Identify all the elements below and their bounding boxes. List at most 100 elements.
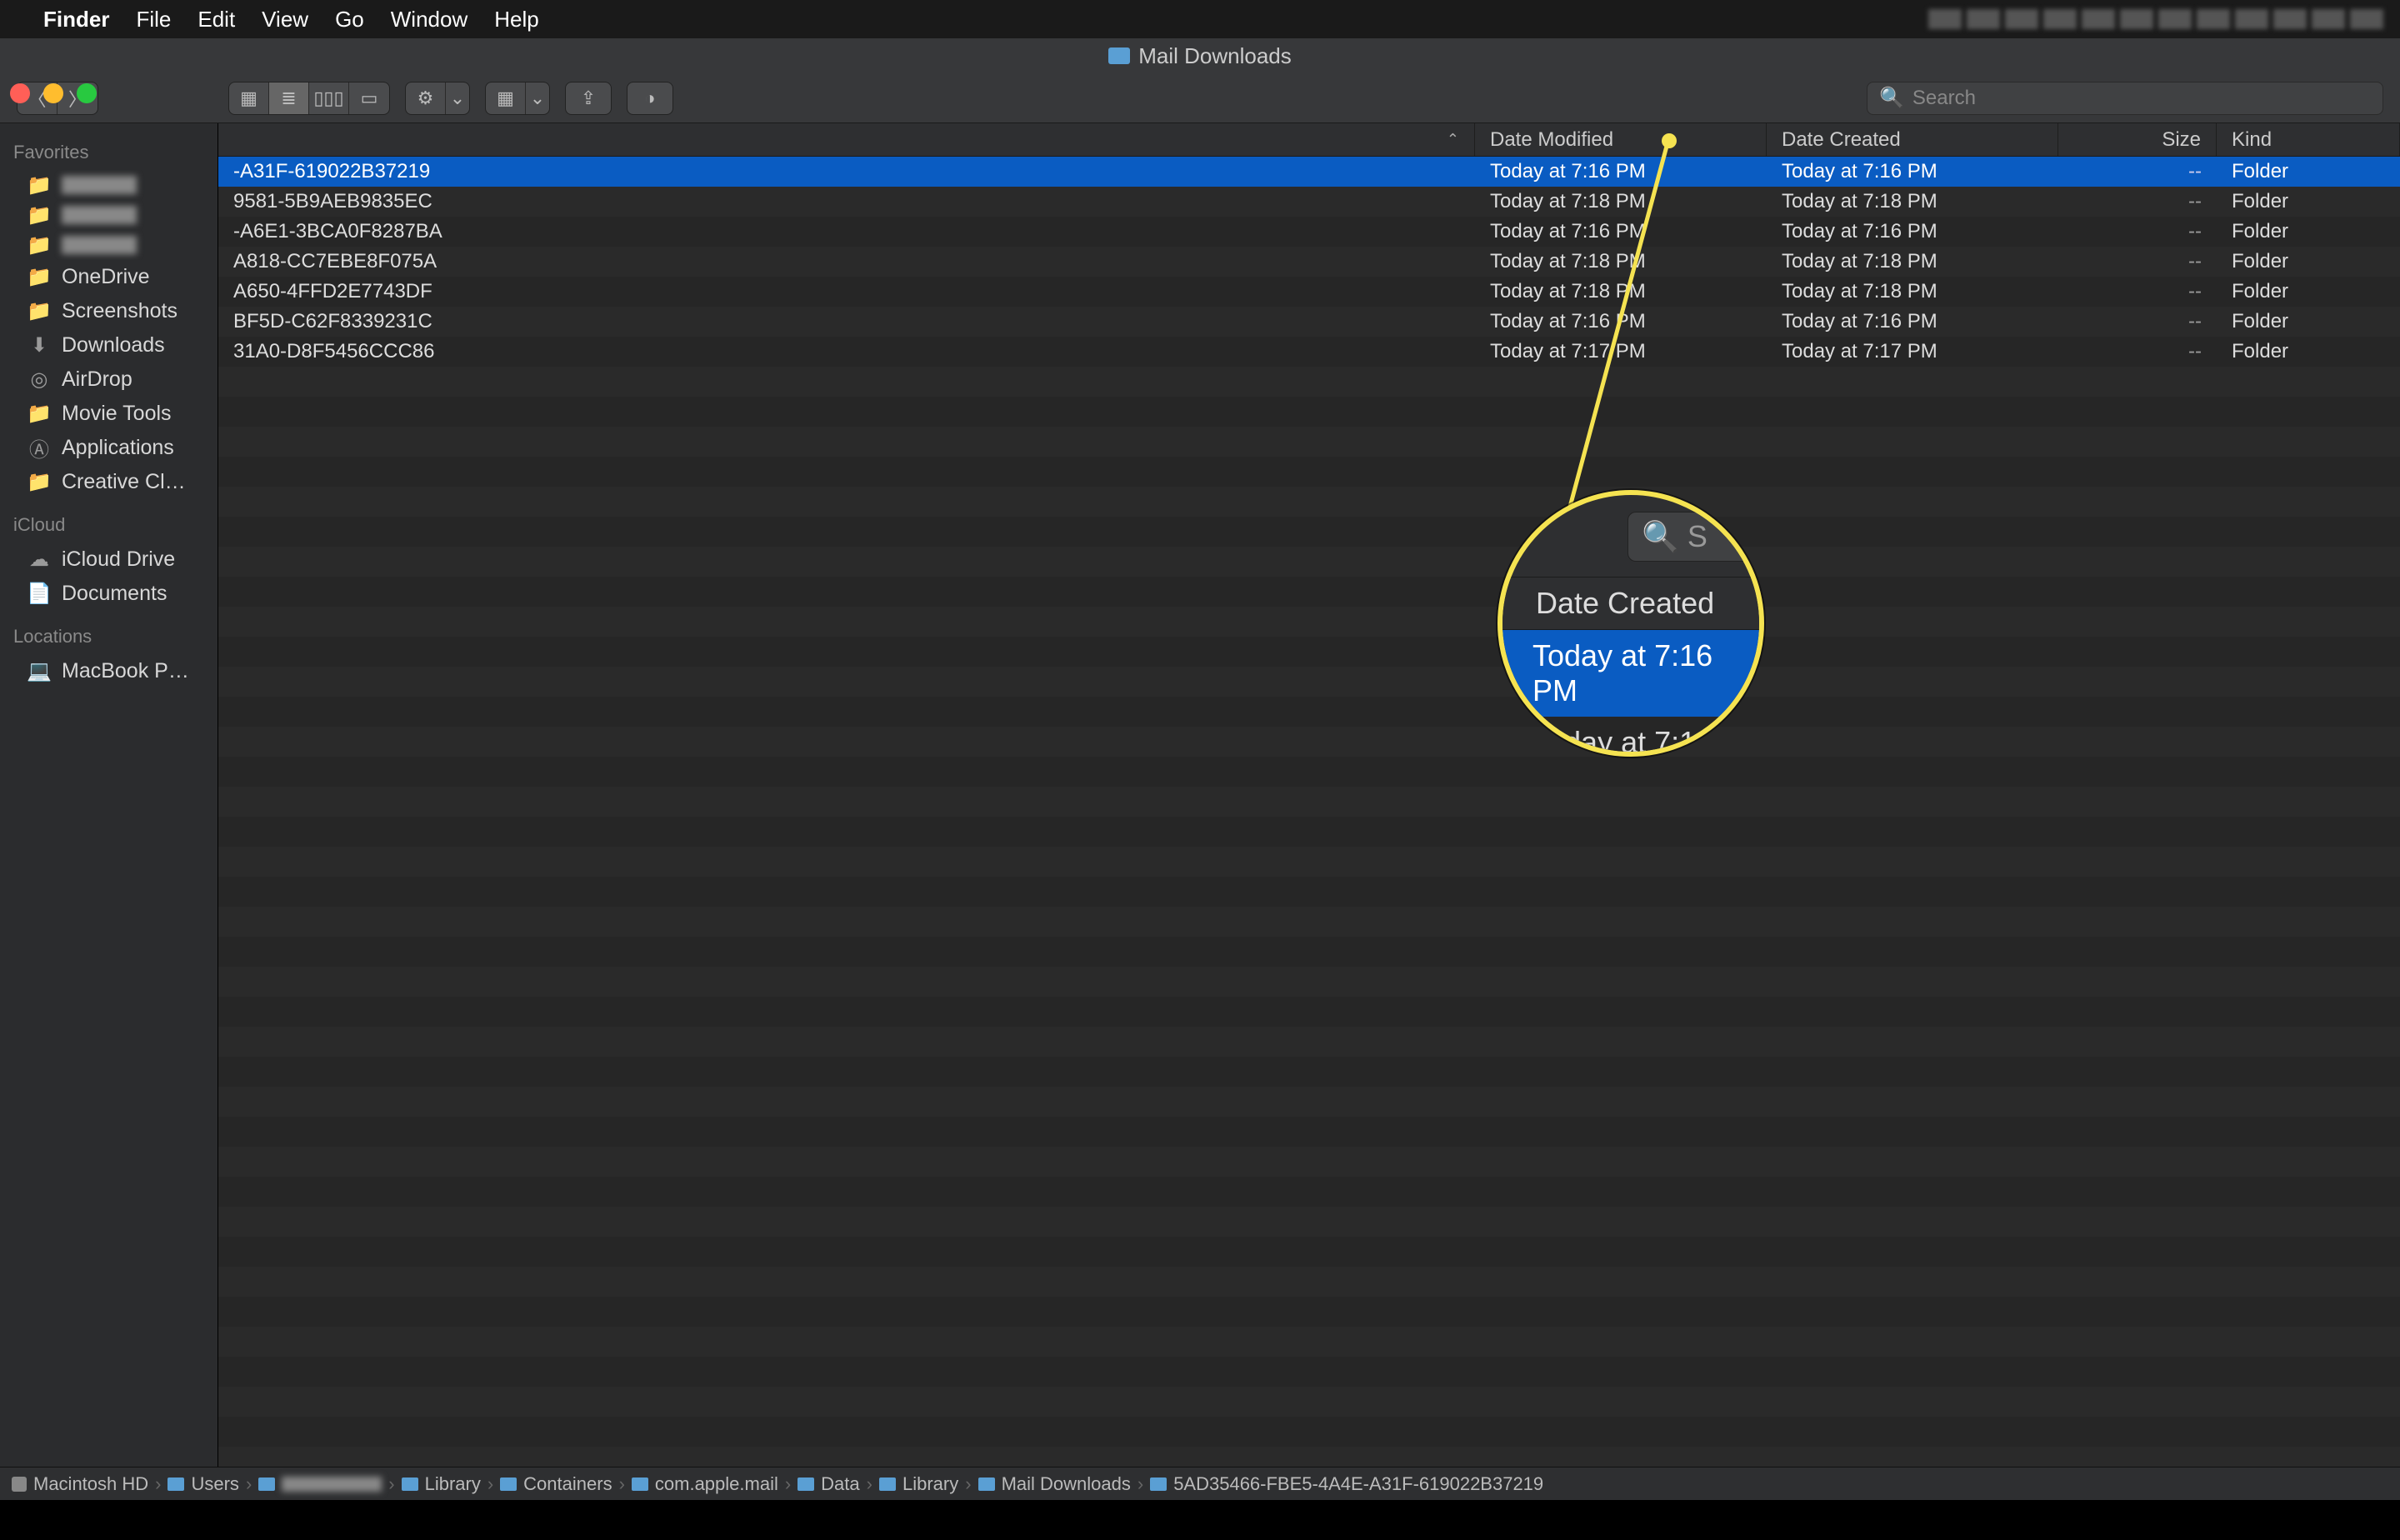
breadcrumb-item[interactable]: Library xyxy=(879,1473,958,1495)
icon-view-button[interactable]: ▦ xyxy=(229,82,269,115)
app-name-menu[interactable]: Finder xyxy=(43,7,109,32)
sidebar-item[interactable]: ◎AirDrop xyxy=(0,362,218,397)
folder-icon: 📁 xyxy=(27,404,52,424)
action-menu[interactable]: ⚙ ⌄ xyxy=(405,82,470,115)
breadcrumb-item[interactable]: 5AD35466-FBE5-4A4E-A31F-619022B37219 xyxy=(1150,1473,1543,1495)
share-button[interactable]: ⇪ xyxy=(565,82,612,115)
minimize-button[interactable] xyxy=(43,83,63,103)
sidebar-item[interactable]: 📁 xyxy=(0,200,218,230)
table-row[interactable]: BF5D-C62F8339231CToday at 7:16 PMToday a… xyxy=(218,307,2400,337)
cell-created: Today at 7:18 PM xyxy=(1767,190,2058,213)
breadcrumb-label: 5AD35466-FBE5-4A4E-A31F-619022B37219 xyxy=(1173,1473,1543,1495)
breadcrumb-item[interactable]: Containers xyxy=(500,1473,612,1495)
chevron-right-icon: › xyxy=(867,1473,872,1495)
folder-icon xyxy=(1108,48,1130,64)
cell-created: Today at 7:17 PM xyxy=(1767,340,2058,363)
menu-help[interactable]: Help xyxy=(494,7,538,32)
table-row[interactable]: 31A0-D8F5456CCC86Today at 7:17 PMToday a… xyxy=(218,337,2400,367)
breadcrumb-item[interactable]: Macintosh HD xyxy=(12,1473,148,1495)
sidebar-item[interactable]: 📁Screenshots xyxy=(0,294,218,328)
sidebar-item[interactable]: 📁OneDrive xyxy=(0,260,218,294)
breadcrumb-item[interactable]: Users xyxy=(168,1473,238,1495)
menu-edit[interactable]: Edit xyxy=(198,7,235,32)
breadcrumb-item[interactable]: Data xyxy=(798,1473,859,1495)
breadcrumb-label: Users xyxy=(191,1473,238,1495)
folder-icon xyxy=(632,1478,648,1491)
menu-file[interactable]: File xyxy=(136,7,171,32)
sidebar-item-label: Movie Tools xyxy=(62,402,172,426)
table-row[interactable]: A818-CC7EBE8F075AToday at 7:18 PMToday a… xyxy=(218,247,2400,277)
breadcrumb-label: Containers xyxy=(523,1473,612,1495)
menu-window[interactable]: Window xyxy=(391,7,468,32)
sidebar-item[interactable]: 📁 xyxy=(0,170,218,200)
cell-created: Today at 7:16 PM xyxy=(1767,160,2058,183)
sidebar-item[interactable]: ☁iCloud Drive xyxy=(0,542,218,577)
breadcrumb-label-redacted xyxy=(282,1477,382,1492)
chevron-right-icon: › xyxy=(965,1473,971,1495)
cloud-icon: ☁ xyxy=(27,550,52,570)
breadcrumb-item[interactable]: com.apple.mail xyxy=(632,1473,778,1495)
table-row[interactable]: A650-4FFD2E7743DFToday at 7:18 PMToday a… xyxy=(218,277,2400,307)
search-icon: 🔍 xyxy=(1879,86,1904,110)
menubar-right-status xyxy=(1928,9,2383,29)
cell-name: -A31F-619022B37219 xyxy=(218,160,1475,183)
cell-size: -- xyxy=(2058,280,2217,303)
column-view-button[interactable]: ▯▯▯ xyxy=(309,82,349,115)
sidebar-item[interactable]: 📁 xyxy=(0,230,218,260)
menu-go[interactable]: Go xyxy=(335,7,364,32)
cell-size: -- xyxy=(2058,250,2217,273)
breadcrumb-label: Macintosh HD xyxy=(33,1473,148,1495)
close-button[interactable] xyxy=(10,83,30,103)
folder-icon xyxy=(500,1478,517,1491)
path-bar: Macintosh HD › Users › › Library › Containers › c… xyxy=(0,1467,2400,1500)
sort-ascending-icon: ⌃ xyxy=(1447,131,1459,148)
chevron-right-icon: › xyxy=(619,1473,625,1495)
column-header-size[interactable]: Size xyxy=(2058,123,2217,156)
sidebar-item[interactable]: 📁 Movie Tools xyxy=(0,397,218,431)
breadcrumb-item[interactable]: Mail Downloads xyxy=(978,1473,1131,1495)
list-view-button[interactable]: ≣ xyxy=(269,82,309,115)
sidebar-item[interactable]: ⒶApplications xyxy=(0,431,218,465)
grid-icon[interactable]: ▦ xyxy=(486,82,526,115)
column-header-name[interactable]: ⌃ xyxy=(218,123,1475,156)
folder-icon xyxy=(798,1478,814,1491)
chevron-right-icon: › xyxy=(488,1473,493,1495)
cell-modified: Today at 7:16 PM xyxy=(1475,220,1767,243)
fullscreen-button[interactable] xyxy=(77,83,97,103)
group-menu[interactable]: ▦ ⌄ xyxy=(485,82,550,115)
sidebar-item[interactable]: ⬇Downloads xyxy=(0,328,218,362)
cell-modified: Today at 7:17 PM xyxy=(1475,340,1767,363)
search-field[interactable]: 🔍 Search xyxy=(1867,82,2383,115)
titlebar: Mail Downloads xyxy=(0,38,2400,73)
cell-name: A650-4FFD2E7743DF xyxy=(218,280,1475,303)
callout-magnifier: 🔍 S Date Created Today at 7:16 PM Today … xyxy=(1498,490,1764,757)
column-header-kind[interactable]: Kind xyxy=(2217,123,2400,156)
breadcrumb-label: Library xyxy=(902,1473,958,1495)
cell-kind: Folder xyxy=(2217,310,2400,333)
folder-icon: 📁 xyxy=(27,302,52,322)
table-row[interactable]: 9581-5B9AEB9835ECToday at 7:18 PMToday a… xyxy=(218,187,2400,217)
chevron-down-icon[interactable]: ⌄ xyxy=(526,82,549,115)
sidebar-item-label: OneDrive xyxy=(62,265,150,289)
sidebar-section-locations: Locations xyxy=(0,619,218,654)
chevron-right-icon: › xyxy=(388,1473,394,1495)
menu-view[interactable]: View xyxy=(262,7,308,32)
cell-created: Today at 7:18 PM xyxy=(1767,280,2058,303)
breadcrumb-item[interactable]: Library xyxy=(402,1473,481,1495)
sidebar-item[interactable]: 📁Creative Cl… xyxy=(0,465,218,499)
sidebar-item[interactable]: 📄Documents xyxy=(0,577,218,611)
chevron-down-icon[interactable]: ⌄ xyxy=(446,82,469,115)
sidebar-item[interactable]: 💻MacBook P… xyxy=(0,654,218,688)
column-header-row: ⌃ Date Modified Date Created Size Kind xyxy=(218,123,2400,157)
column-header-modified[interactable]: Date Modified xyxy=(1475,123,1767,156)
column-header-created[interactable]: Date Created xyxy=(1767,123,2058,156)
table-row[interactable]: -A6E1-3BCA0F8287BAToday at 7:16 PMToday … xyxy=(218,217,2400,247)
cell-size: -- xyxy=(2058,190,2217,213)
gallery-view-button[interactable]: ▭ xyxy=(349,82,389,115)
callout-anchor-dot xyxy=(1662,133,1677,148)
breadcrumb-item[interactable] xyxy=(258,1477,382,1492)
tags-button[interactable]: ◑ xyxy=(627,82,673,115)
table-row[interactable]: -A31F-619022B37219Today at 7:16 PMToday … xyxy=(218,157,2400,187)
folder-icon xyxy=(879,1478,896,1491)
gear-icon[interactable]: ⚙ xyxy=(406,82,446,115)
